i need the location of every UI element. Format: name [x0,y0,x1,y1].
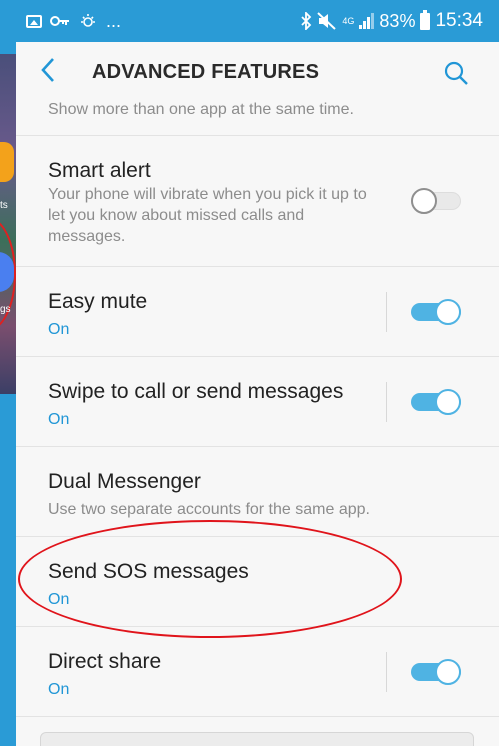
item-description: Use two separate accounts for the same a… [48,501,370,518]
item-title: Direct share [48,650,162,673]
status-bar: ... 4G 83% 15:34 [16,0,499,42]
smart-alert-toggle[interactable] [411,188,461,214]
divider [386,381,387,422]
wallpaper [0,54,16,394]
mute-icon [317,12,337,30]
item-status: On [48,681,70,698]
swipe-to-call-toggle[interactable] [411,388,461,415]
back-button[interactable] [40,57,70,88]
item-status: On [48,591,70,608]
item-title: Send SOS messages [48,560,249,583]
background-app-label: gs [0,304,11,315]
battery-icon [420,9,431,30]
easy-mute-item[interactable]: Easy mute On [16,267,499,357]
key-icon [50,16,69,26]
send-sos-item[interactable]: Send SOS messages On [16,537,499,627]
divider [386,291,387,332]
battery-percent: 83% [379,10,416,31]
background-home-screen: ts gs [0,42,16,746]
network-type: 4G [342,15,355,26]
direct-share-item[interactable]: Direct share On [16,627,499,717]
item-title: Smart alert [48,159,151,182]
app-header: ADVANCED FEATURES [16,42,499,102]
signal-icon [359,13,375,29]
next-item-card[interactable] [40,732,474,746]
item-title: Easy mute [48,290,148,313]
dual-messenger-item[interactable]: Dual Messenger Use two separate accounts… [16,447,499,537]
multi-window-item[interactable]: Show more than one app at the same time. [16,100,499,136]
item-title: Swipe to call or send messages [48,380,344,403]
settings-panel: ADVANCED FEATURES Show more than one app… [16,42,499,746]
background-app-label: ts [0,200,8,211]
back-arrow-icon [41,57,54,82]
item-status: On [48,321,70,338]
item-description: Show more than one app at the same time. [48,101,354,118]
item-title: Dual Messenger [48,470,201,493]
item-description: Your phone will vibrate when you pick it… [48,186,367,245]
divider [386,651,387,692]
more-notifications: ... [106,10,122,31]
clock: 15:34 [435,10,483,31]
sync-icon [81,14,95,27]
direct-share-toggle[interactable] [411,658,461,685]
smart-alert-item[interactable]: Smart alert Your phone will vibrate when… [16,136,499,267]
easy-mute-toggle[interactable] [411,298,461,325]
swipe-to-call-item[interactable]: Swipe to call or send messages On [16,357,499,447]
search-button[interactable] [443,60,469,91]
item-status: On [48,411,70,428]
bluetooth-icon [301,12,312,30]
background-app-icon [0,142,14,182]
search-icon [444,61,468,85]
image-icon [26,14,42,28]
page-title: ADVANCED FEATURES [92,60,320,83]
